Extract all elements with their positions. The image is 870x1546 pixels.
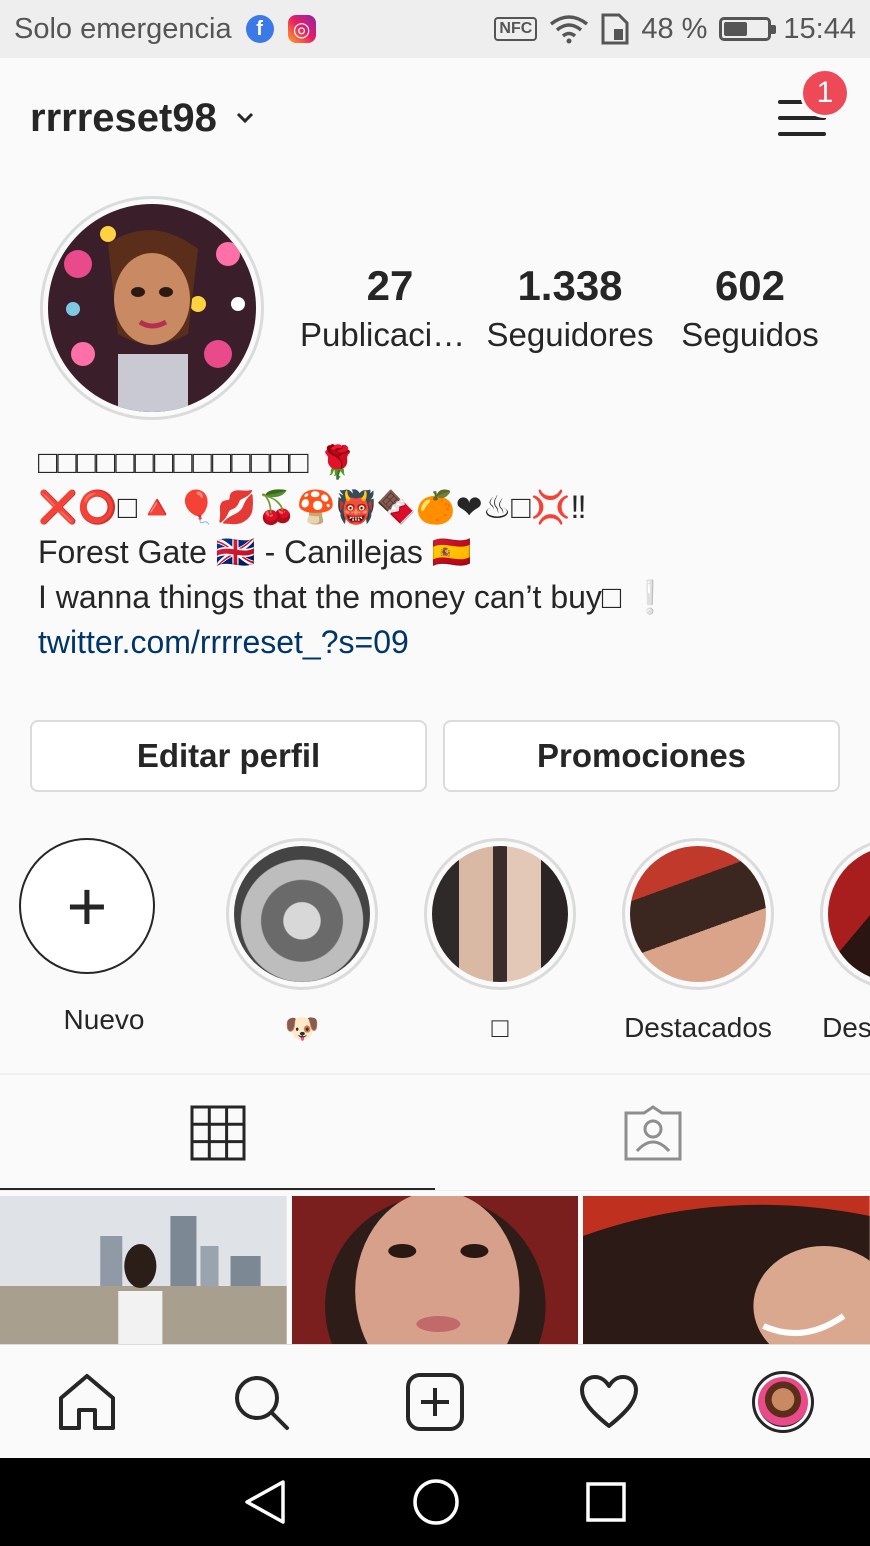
battery-fill <box>724 22 747 36</box>
bio-line-3: Forest Gate 🇬🇧 - Canillejas 🇪🇸 <box>38 534 472 570</box>
tab-tagged[interactable] <box>435 1075 870 1191</box>
profile-avatar-small <box>752 1370 814 1433</box>
menu-line-bottom <box>778 132 826 136</box>
highlight-new[interactable]: + Nuevo <box>19 838 189 1036</box>
followers-label: Seguidores <box>486 316 654 353</box>
following-count: 602 <box>714 262 786 309</box>
nav-new-post[interactable] <box>400 1367 470 1437</box>
status-bar: Solo emergencia f ◎ NFC 48 % 15:44 <box>0 0 870 58</box>
new-post-icon <box>406 1372 464 1431</box>
nav-home[interactable] <box>52 1367 122 1437</box>
bottom-navigation <box>0 1344 870 1458</box>
following-stat[interactable]: 602 Seguidos <box>660 262 840 354</box>
tab-grid[interactable] <box>0 1075 435 1191</box>
highlight-label: 🐶 <box>284 1013 320 1044</box>
plus-icon: + <box>19 838 155 974</box>
username-switcher[interactable]: rrrreset98 <box>30 96 217 141</box>
activity-heart-icon <box>580 1374 638 1428</box>
nav-search[interactable] <box>226 1367 296 1437</box>
sim-card-icon <box>601 13 629 45</box>
posts-grid <box>0 1196 870 1344</box>
chevron-down-icon[interactable] <box>235 108 255 128</box>
divider <box>0 1190 870 1191</box>
profile-avatar <box>48 204 256 412</box>
facebook-notification-icon: f <box>245 15 274 43</box>
highlight-label: Destacados <box>822 1012 870 1043</box>
highlight-cover <box>828 846 870 982</box>
highlight-ring <box>820 838 870 990</box>
home-circle-icon[interactable] <box>412 1478 460 1526</box>
bio-line-4: I wanna things that the money can’t buy□… <box>38 579 670 615</box>
highlight-cover <box>432 846 568 982</box>
posts-count: 27 <box>366 262 414 309</box>
profile-tabs <box>0 1075 870 1191</box>
notification-badge: 1 <box>800 68 850 118</box>
home-icon <box>59 1373 115 1430</box>
system-navigation <box>0 1458 870 1546</box>
instagram-notification-icon: ◎ <box>287 15 316 43</box>
nav-profile[interactable] <box>748 1367 818 1437</box>
battery-percent: 48 % <box>641 12 708 45</box>
grid-icon <box>190 1105 245 1161</box>
post-thumbnail[interactable] <box>583 1196 870 1344</box>
avatar-image <box>48 204 256 412</box>
nav-activity[interactable] <box>574 1367 644 1437</box>
highlight-item[interactable]: □ <box>415 838 585 1044</box>
post-thumbnail[interactable] <box>291 1196 579 1344</box>
highlight-item[interactable]: Destacados <box>811 838 870 1044</box>
post-thumbnail[interactable] <box>0 1196 287 1344</box>
posts-label: Publicaciones <box>300 316 480 353</box>
followers-stat[interactable]: 1.338 Seguidores <box>480 262 660 354</box>
profile-avatar-ring[interactable] <box>40 196 264 420</box>
recents-square-icon[interactable] <box>585 1481 627 1523</box>
clock: 15:44 <box>783 12 856 45</box>
bio-website-link[interactable]: twitter.com/rrrreset_?s=09 <box>38 620 838 665</box>
highlight-item[interactable]: 🐶 <box>217 838 387 1045</box>
highlight-label: □ <box>491 1012 509 1043</box>
highlight-ring <box>226 838 378 990</box>
posts-stat[interactable]: 27 Publicaciones <box>300 262 480 354</box>
tagged-icon <box>624 1105 681 1161</box>
highlight-ring <box>622 838 774 990</box>
profile-actions: Editar perfil Promociones <box>30 720 840 792</box>
wifi-icon <box>550 15 589 44</box>
highlight-label: Destacados <box>624 1012 772 1043</box>
battery-icon <box>719 17 777 41</box>
nfc-icon: NFC <box>494 17 538 41</box>
highlight-cover <box>630 846 766 982</box>
edit-profile-button[interactable]: Editar perfil <box>30 720 427 792</box>
search-icon <box>235 1375 289 1430</box>
highlight-ring <box>424 838 576 990</box>
carrier-label: Solo emergencia <box>14 12 232 45</box>
highlight-cover <box>234 846 370 982</box>
post-image <box>0 1196 287 1344</box>
promotions-button[interactable]: Promociones <box>443 720 840 792</box>
story-highlights: + Nuevo 🐶 □ Destacados Destacados <box>0 838 870 1048</box>
highlight-label: Nuevo <box>63 1004 145 1035</box>
followers-count: 1.338 <box>517 262 623 309</box>
post-image <box>583 1196 870 1344</box>
post-image <box>291 1196 579 1344</box>
highlight-item[interactable]: Destacados <box>613 838 783 1044</box>
bio-line-2: ❌⭕□🔺🎈💋🍒🍄👹🍫🍊❤♨□💢‼ <box>38 489 587 525</box>
following-label: Seguidos <box>681 316 819 353</box>
back-icon[interactable] <box>243 1478 287 1526</box>
status-bar-right: NFC 48 % 15:44 <box>494 13 856 46</box>
profile-bio: □□□□□□□□□□□□□□ 🌹 ❌⭕□🔺🎈💋🍒🍄👹🍫🍊❤♨□💢‼ Forest… <box>38 440 838 665</box>
profile-stats: 27 Publicaciones 1.338 Seguidores 602 Se… <box>300 262 840 354</box>
avatar-thumb <box>758 1376 808 1427</box>
profile-header: rrrreset98 1 <box>0 58 870 178</box>
bio-line-1: □□□□□□□□□□□□□□ 🌹 <box>38 444 358 480</box>
